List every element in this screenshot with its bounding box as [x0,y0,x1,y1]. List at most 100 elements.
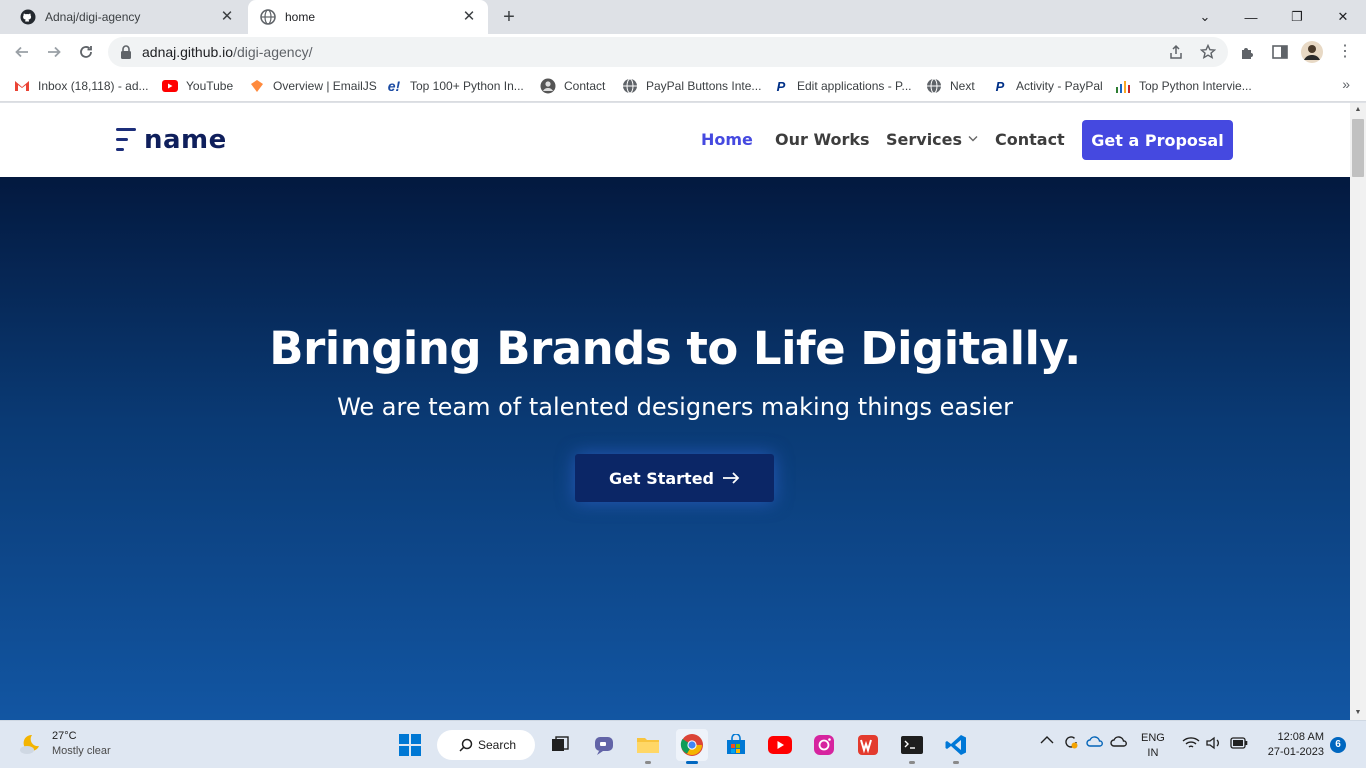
onedrive-icon[interactable] [1086,734,1104,751]
logo-text: name [144,125,227,155]
bookmark-label: PayPal Buttons Inte... [646,79,762,93]
bookmark-python-interview[interactable]: Top Python Intervie... [1115,76,1252,96]
profile-avatar[interactable] [1300,40,1324,64]
globe-icon [622,78,638,94]
bookmark-label: Activity - PayPal [1016,79,1103,93]
side-panel-icon[interactable] [1271,43,1289,61]
nav-our-works[interactable]: Our Works [775,130,870,149]
teams-chat-icon[interactable] [588,729,620,761]
minimize-button[interactable]: — [1228,0,1274,34]
address-bar[interactable]: adnaj.github.io/digi-agency/ [108,37,1228,67]
site-logo[interactable]: name [116,125,227,155]
taskbar-search[interactable]: Search [437,730,535,760]
instagram-icon[interactable] [808,729,840,761]
maximize-button[interactable]: ❐ [1274,0,1320,34]
chrome-icon[interactable] [676,729,708,764]
clock-date: 27-01-2023 [1267,746,1324,758]
bookmark-activity-paypal[interactable]: P Activity - PayPal [992,76,1103,96]
bookmark-python-questions[interactable]: e! Top 100+ Python In... [386,76,524,96]
hero-section: Bringing Brands to Life Digitally. We ar… [0,177,1350,720]
tab-title: Adnaj/digi-agency [45,10,141,24]
tab-home[interactable]: home ✕ [248,0,488,34]
bookmark-label: YouTube [186,79,234,93]
clock-time: 12:08 AM [1277,731,1324,743]
scrollbar-thumb[interactable] [1352,119,1364,177]
nav-home[interactable]: Home [701,130,753,149]
terminal-icon[interactable] [896,729,928,764]
get-started-button[interactable]: Get Started [575,454,774,502]
bookmark-edit-applications[interactable]: P Edit applications - P... [773,76,912,96]
tab-github[interactable]: Adnaj/digi-agency ✕ [8,0,246,34]
get-proposal-button[interactable]: Get a Proposal [1082,120,1233,160]
page-viewport: name Home Our Works Services Contact Get… [0,103,1350,720]
notification-badge[interactable]: 6 [1330,737,1346,753]
youtube-app-icon[interactable] [764,729,796,761]
bookmarks-overflow-icon[interactable]: » [1342,76,1350,92]
task-view-icon[interactable] [544,729,576,761]
close-window-button[interactable]: ✕ [1320,0,1366,34]
battery-icon[interactable] [1230,737,1248,752]
show-hidden-icons-chevron-icon[interactable] [1040,735,1054,748]
bookmark-youtube[interactable]: YouTube [162,76,233,96]
close-tab-icon[interactable]: ✕ [218,8,236,26]
bookmark-label: Overview | EmailJS [273,79,377,93]
github-icon [20,9,36,25]
taskbar-clock[interactable]: 12:08 AM 27-01-2023 [1262,730,1324,760]
close-tab-icon[interactable]: ✕ [460,8,478,26]
chart-icon [1115,78,1131,94]
region-code: IN [1147,747,1159,759]
paypal-icon: P [776,78,786,94]
browser-toolbar: adnaj.github.io/digi-agency/ ⋮ [0,34,1366,70]
get-started-label: Get Started [608,468,714,488]
forward-button[interactable] [40,38,68,66]
start-button[interactable] [394,729,426,761]
globe-icon [260,9,276,25]
file-explorer-icon[interactable] [632,729,664,764]
nav-services[interactable]: Services [886,130,978,149]
wifi-icon[interactable] [1182,736,1200,753]
browser-tab-strip: Adnaj/digi-agency ✕ home ✕ + ⌄ — ❐ ✕ [0,0,1366,34]
cloud-icon[interactable] [1110,734,1128,751]
hero-title: Bringing Brands to Life Digitally. [269,322,1081,375]
youtube-icon [162,78,178,94]
scroll-up-icon[interactable]: ▲ [1350,103,1366,117]
extensions-icon[interactable] [1239,43,1257,61]
weather-widget[interactable]: 27°C Mostly clear [18,729,111,759]
sync-icon[interactable] [1062,733,1080,754]
tab-title: home [285,10,316,24]
volume-icon[interactable] [1206,736,1222,753]
arrow-right-icon [722,468,740,489]
bookmark-label: Next [950,79,975,93]
new-tab-button[interactable]: + [498,6,520,28]
microsoft-store-icon[interactable] [720,729,752,761]
vscode-icon[interactable] [940,729,972,764]
back-button[interactable] [8,38,36,66]
more-menu-icon[interactable]: ⋮ [1336,43,1354,61]
bookmark-emailjs[interactable]: Overview | EmailJS [249,76,377,96]
avatar-icon [540,78,556,94]
reload-button[interactable] [72,38,100,66]
emailjs-icon [249,78,265,94]
nav-contact[interactable]: Contact [995,130,1065,149]
page-scrollbar[interactable]: ▲ ▼ [1350,103,1366,720]
share-icon[interactable] [1168,44,1184,60]
input-language-indicator[interactable]: ENG IN [1141,731,1165,761]
bookmark-contact[interactable]: Contact [540,76,605,96]
url-path: /digi-agency/ [233,44,313,60]
hero-subtitle: We are team of talented designers making… [337,393,1013,421]
bookmark-inbox[interactable]: Inbox (18,118) - ad... [14,76,149,96]
bookmark-label: Inbox (18,118) - ad... [38,79,149,93]
bookmark-next[interactable]: Next [926,76,975,96]
lock-icon [121,45,131,59]
tab-search-chevron-icon[interactable]: ⌄ [1182,0,1228,34]
windows-logo-icon [399,734,421,756]
scroll-down-icon[interactable]: ▼ [1350,706,1366,720]
reload-icon [80,46,92,58]
bookmark-star-icon[interactable] [1199,43,1217,60]
wps-office-icon[interactable] [852,729,884,761]
paypal-icon: P [995,78,1005,94]
bookmark-paypal-buttons[interactable]: PayPal Buttons Inte... [622,76,761,96]
windows-taskbar: 27°C Mostly clear Search ENG IN 12:08 AM… [0,720,1366,768]
url-text: adnaj.github.io/digi-agency/ [142,44,312,60]
logo-bars-icon [116,126,136,154]
